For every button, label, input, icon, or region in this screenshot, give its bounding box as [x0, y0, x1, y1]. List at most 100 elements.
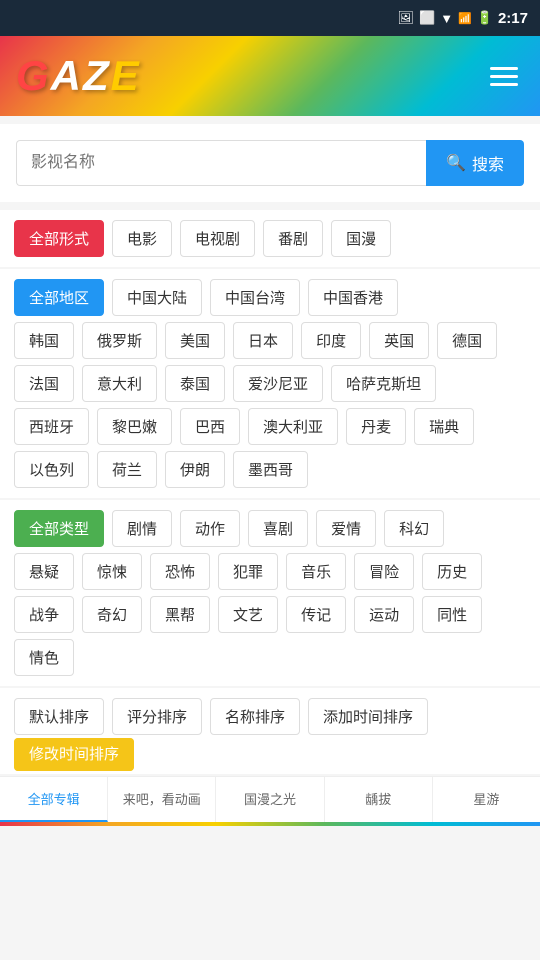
square-icon: ⬜ [419, 10, 435, 26]
tag-italy[interactable]: 意大利 [82, 365, 157, 402]
tag-adventure[interactable]: 冒险 [354, 553, 414, 590]
tag-japan[interactable]: 日本 [233, 322, 293, 359]
tag-mexico[interactable]: 墨西哥 [233, 451, 308, 488]
tag-anime[interactable]: 番剧 [263, 220, 323, 257]
app-logo: GAZE [16, 52, 141, 100]
status-icons: 🖼 ⬜ ▼ 📶 🔋 2:17 [398, 10, 529, 27]
sort-add-time[interactable]: 添加时间排序 [308, 698, 428, 735]
bottom-indicator [0, 822, 540, 826]
tag-spain[interactable]: 西班牙 [14, 408, 89, 445]
gallery-icon: 🖼 [398, 10, 415, 26]
menu-line-2 [490, 75, 518, 78]
menu-button[interactable] [484, 61, 524, 92]
tag-taiwan[interactable]: 中国台湾 [210, 279, 300, 316]
tag-france[interactable]: 法国 [14, 365, 74, 402]
tag-movie[interactable]: 电影 [112, 220, 172, 257]
tab-quba[interactable]: 龋拔 [325, 777, 433, 822]
tag-india[interactable]: 印度 [301, 322, 361, 359]
tag-action[interactable]: 动作 [180, 510, 240, 547]
search-button[interactable]: 🔍 搜索 [426, 140, 524, 186]
region-filter-row5: 以色列 荷兰 伊朗 墨西哥 [14, 451, 526, 488]
tab-xingyou[interactable]: 星游 [433, 777, 540, 822]
region-filter-section: 全部地区 中国大陆 中国台湾 中国香港 韩国 俄罗斯 美国 日本 印度 英国 德… [0, 269, 540, 498]
tag-music[interactable]: 音乐 [286, 553, 346, 590]
tag-denmark[interactable]: 丹麦 [346, 408, 406, 445]
tag-all-format[interactable]: 全部形式 [14, 220, 104, 257]
menu-line-3 [490, 83, 518, 86]
region-filter-row3: 法国 意大利 泰国 爱沙尼亚 哈萨克斯坦 [14, 365, 526, 402]
tag-romance[interactable]: 爱情 [316, 510, 376, 547]
tag-fantasy[interactable]: 奇幻 [82, 596, 142, 633]
tag-biography[interactable]: 传记 [286, 596, 346, 633]
tag-sweden[interactable]: 瑞典 [414, 408, 474, 445]
tag-tv[interactable]: 电视剧 [180, 220, 255, 257]
tag-thailand[interactable]: 泰国 [165, 365, 225, 402]
status-time: 2:17 [498, 10, 528, 27]
tag-gangster[interactable]: 黑帮 [150, 596, 210, 633]
tag-thriller[interactable]: 惊悚 [82, 553, 142, 590]
tab-guoman-light[interactable]: 国漫之光 [216, 777, 324, 822]
tag-iran[interactable]: 伊朗 [165, 451, 225, 488]
genre-filter-row1: 全部类型 剧情 动作 喜剧 爱情 科幻 [14, 510, 526, 547]
search-button-label: 搜索 [472, 151, 504, 175]
tag-art[interactable]: 文艺 [218, 596, 278, 633]
app-header: GAZE [0, 36, 540, 116]
region-filter-row2: 韩国 俄罗斯 美国 日本 印度 英国 德国 [14, 322, 526, 359]
sort-default[interactable]: 默认排序 [14, 698, 104, 735]
tag-comedy[interactable]: 喜剧 [248, 510, 308, 547]
tag-crime[interactable]: 犯罪 [218, 553, 278, 590]
tag-mystery[interactable]: 悬疑 [14, 553, 74, 590]
battery-icon: 🔋 [477, 10, 493, 26]
active-sort-row: 修改时间排序 [14, 743, 526, 764]
tab-watch-anime[interactable]: 来吧，看动画 [108, 777, 216, 822]
tag-brazil[interactable]: 巴西 [180, 408, 240, 445]
tab-all-albums[interactable]: 全部专辑 [0, 777, 108, 822]
tag-history[interactable]: 历史 [422, 553, 482, 590]
tag-sports[interactable]: 运动 [354, 596, 414, 633]
search-icon: 🔍 [446, 153, 466, 173]
tag-netherlands[interactable]: 荷兰 [97, 451, 157, 488]
menu-line-1 [490, 67, 518, 70]
header-divider [0, 116, 540, 124]
tag-hongkong[interactable]: 中国香港 [308, 279, 398, 316]
format-filter-section: 全部形式 电影 电视剧 番剧 国漫 [0, 210, 540, 267]
tag-erotic[interactable]: 情色 [14, 639, 74, 676]
tag-kazakhstan[interactable]: 哈萨克斯坦 [331, 365, 436, 402]
search-area: 🔍 搜索 [0, 124, 540, 202]
tag-horror[interactable]: 恐怖 [150, 553, 210, 590]
genre-filter-row3: 战争 奇幻 黑帮 文艺 传记 运动 同性 [14, 596, 526, 633]
genre-filter-section: 全部类型 剧情 动作 喜剧 爱情 科幻 悬疑 惊悚 恐怖 犯罪 音乐 冒险 历史… [0, 500, 540, 686]
search-input[interactable] [16, 140, 426, 186]
region-filter-row1: 全部地区 中国大陆 中国台湾 中国香港 [14, 279, 526, 316]
tag-korea[interactable]: 韩国 [14, 322, 74, 359]
genre-filter-row4: 情色 [14, 639, 526, 676]
tag-dongman[interactable]: 国漫 [331, 220, 391, 257]
bottom-tabs: 全部专辑 来吧，看动画 国漫之光 龋拔 星游 [0, 776, 540, 822]
tag-australia[interactable]: 澳大利亚 [248, 408, 338, 445]
region-filter-row4: 西班牙 黎巴嫩 巴西 澳大利亚 丹麦 瑞典 [14, 408, 526, 445]
sort-row: 默认排序 评分排序 名称排序 添加时间排序 [14, 698, 526, 735]
format-filter-row: 全部形式 电影 电视剧 番剧 国漫 [14, 220, 526, 257]
tag-drama[interactable]: 剧情 [112, 510, 172, 547]
tag-lebanon[interactable]: 黎巴嫩 [97, 408, 172, 445]
tag-russia[interactable]: 俄罗斯 [82, 322, 157, 359]
sort-section: 默认排序 评分排序 名称排序 添加时间排序 修改时间排序 [0, 688, 540, 774]
tag-usa[interactable]: 美国 [165, 322, 225, 359]
tag-mainland[interactable]: 中国大陆 [112, 279, 202, 316]
tag-scifi[interactable]: 科幻 [384, 510, 444, 547]
tag-all-region[interactable]: 全部地区 [14, 279, 104, 316]
tag-lgbt[interactable]: 同性 [422, 596, 482, 633]
sort-modify-time[interactable]: 修改时间排序 [14, 738, 134, 771]
tag-estonia[interactable]: 爱沙尼亚 [233, 365, 323, 402]
tag-israel[interactable]: 以色列 [14, 451, 89, 488]
genre-filter-row2: 悬疑 惊悚 恐怖 犯罪 音乐 冒险 历史 [14, 553, 526, 590]
status-bar: 🖼 ⬜ ▼ 📶 🔋 2:17 [0, 0, 540, 36]
wifi-icon: ▼ [440, 11, 453, 26]
signal-icon: 📶 [458, 12, 472, 25]
sort-rating[interactable]: 评分排序 [112, 698, 202, 735]
sort-name[interactable]: 名称排序 [210, 698, 300, 735]
tag-war[interactable]: 战争 [14, 596, 74, 633]
tag-uk[interactable]: 英国 [369, 322, 429, 359]
tag-germany[interactable]: 德国 [437, 322, 497, 359]
tag-all-genre[interactable]: 全部类型 [14, 510, 104, 547]
